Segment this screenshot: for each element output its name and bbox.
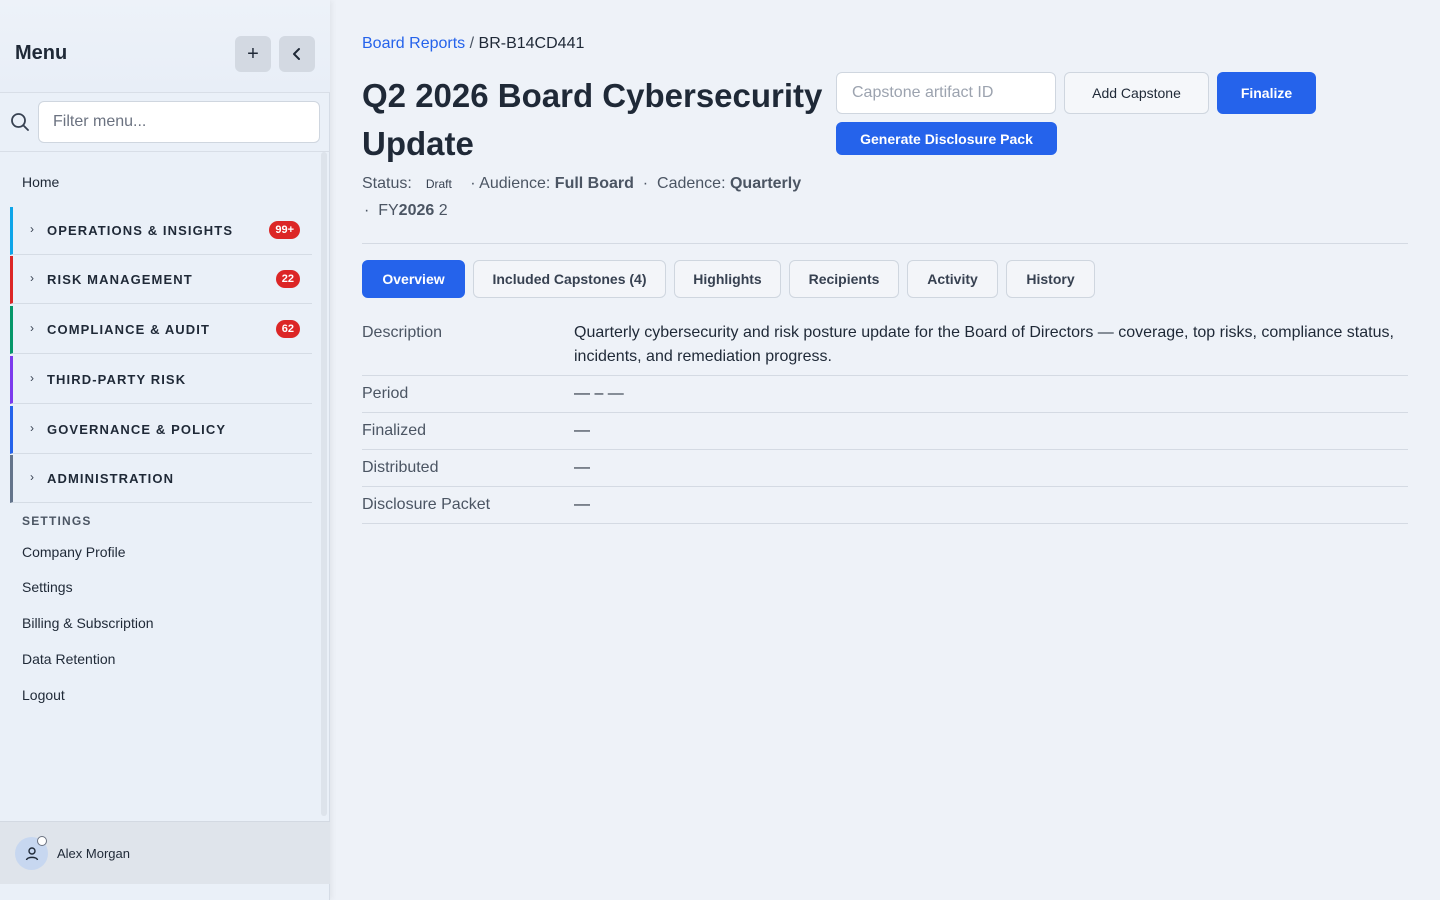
settings-section-heading: SETTINGS [22,514,92,528]
chevron-right-icon: › [30,222,34,236]
detail-row-disclosure-packet: Disclosure Packet — [362,487,1408,524]
tab-included-capstones[interactable]: Included Capstones (4) [473,260,666,298]
fy-prefix: FY [378,202,399,219]
detail-row-finalized: Finalized — [362,413,1408,450]
sidebar-group-compliance-audit[interactable]: › COMPLIANCE & AUDIT 62 [10,306,312,354]
user-name: Alex Morgan [57,846,130,861]
sidebar-title: Menu [15,42,68,64]
plus-icon: + [247,42,259,65]
detail-label: Disclosure Packet [362,496,491,513]
count-badge: 62 [275,320,300,338]
sidebar-item-home[interactable]: Home [22,174,59,190]
detail-row-description: Description Quarterly cybersecurity and … [362,318,1408,376]
meta-dot: · [364,202,370,219]
meta-dot: · [642,175,649,192]
detail-value: — [574,496,590,513]
sidebar-group-governance-policy[interactable]: › GOVERNANCE & POLICY [10,406,312,454]
tab-recipients[interactable]: Recipients [789,260,899,298]
tab-highlights[interactable]: Highlights [674,260,781,298]
meta-dot: · [470,175,476,192]
page-title: Q2 2026 Board Cybersecurity Update [362,77,823,162]
audience-value: Full Board [554,175,634,192]
breadcrumb-current: BR-B14CD441 [478,35,585,52]
finalize-button[interactable]: Finalize [1217,72,1316,114]
sidebar-group-operations-insights[interactable]: › OPERATIONS & INSIGHTS 99+ [10,207,312,255]
sidebar-group-label: OPERATIONS & INSIGHTS [47,223,234,238]
breadcrumb-separator: / [469,35,475,52]
detail-value: — [574,422,590,439]
sidebar-filter [0,93,330,152]
detail-label: Period [362,385,409,402]
sidebar-group-risk-management[interactable]: › RISK MANAGEMENT 22 [10,256,312,304]
cadence-label: Cadence: [657,175,726,192]
sidebar-item-logout[interactable]: Logout [22,687,65,703]
detail-row-period: Period — – — [362,376,1408,413]
sidebar-group-label: GOVERNANCE & POLICY [47,422,227,437]
chevron-right-icon: › [30,271,34,285]
chevron-left-icon [293,48,300,60]
detail-label: Description [362,324,443,341]
sidebar-group-administration[interactable]: › ADMINISTRATION [10,455,312,503]
tab-overview[interactable]: Overview [362,260,465,298]
count-badge: 22 [275,270,300,288]
detail-label: Finalized [362,422,427,439]
add-capstone-button[interactable]: Add Capstone [1064,72,1209,114]
status-label: Status: [362,175,412,192]
user-footer[interactable]: Alex Morgan [0,821,330,884]
sidebar-group-label: COMPLIANCE & AUDIT [47,322,211,337]
cadence-value: Quarterly [729,175,802,192]
detail-row-distributed: Distributed — [362,450,1408,487]
sidebar-item-settings[interactable]: Settings [22,579,73,595]
generate-disclosure-pack-button[interactable]: Generate Disclosure Pack [836,122,1057,155]
audience-label: Audience: [479,175,551,192]
detail-value: Quarterly cybersecurity and risk posture… [574,324,1394,365]
sidebar-item-billing[interactable]: Billing & Subscription [22,615,154,631]
report-meta: Status: Draft · Audience: Full Board · Ca… [362,175,801,193]
tab-activity[interactable]: Activity [907,260,998,298]
capstone-id-input[interactable] [836,72,1056,114]
fy-quarter: 2 [438,202,448,219]
breadcrumb: Board Reports / BR-B14CD441 [362,35,584,53]
chevron-right-icon: › [30,470,34,484]
sidebar: Menu + Home › OPERATIONS & INSIGHTS 99+ … [0,0,330,900]
settings-dot-icon [37,836,47,846]
fiscal-year-meta: · FY2026 2 [364,202,448,220]
count-badge: 99+ [269,221,300,239]
filter-menu-input[interactable] [38,101,320,143]
detail-label: Distributed [362,459,439,476]
breadcrumb-parent-link[interactable]: Board Reports [362,35,465,52]
sidebar-item-data-retention[interactable]: Data Retention [22,651,115,667]
sidebar-header: Menu + [0,0,330,93]
status-badge: Draft [425,177,452,191]
search-icon [11,113,29,131]
sidebar-scrollbar[interactable] [321,152,327,816]
collapse-sidebar-button[interactable] [279,36,315,72]
sidebar-item-company-profile[interactable]: Company Profile [22,544,126,560]
chevron-right-icon: › [30,371,34,385]
sidebar-group-label: ADMINISTRATION [47,471,175,486]
add-button[interactable]: + [235,36,271,72]
divider [362,243,1408,244]
sidebar-group-third-party-risk[interactable]: › THIRD-PARTY RISK [10,356,312,404]
sidebar-group-label: THIRD-PARTY RISK [47,372,187,387]
chevron-right-icon: › [30,321,34,335]
user-icon [25,846,38,860]
sidebar-group-label: RISK MANAGEMENT [47,272,193,287]
detail-value: — [574,459,590,476]
chevron-right-icon: › [30,421,34,435]
tab-history[interactable]: History [1006,260,1095,298]
detail-value: — – — [574,385,624,402]
fy-year: 2026 [398,202,435,219]
